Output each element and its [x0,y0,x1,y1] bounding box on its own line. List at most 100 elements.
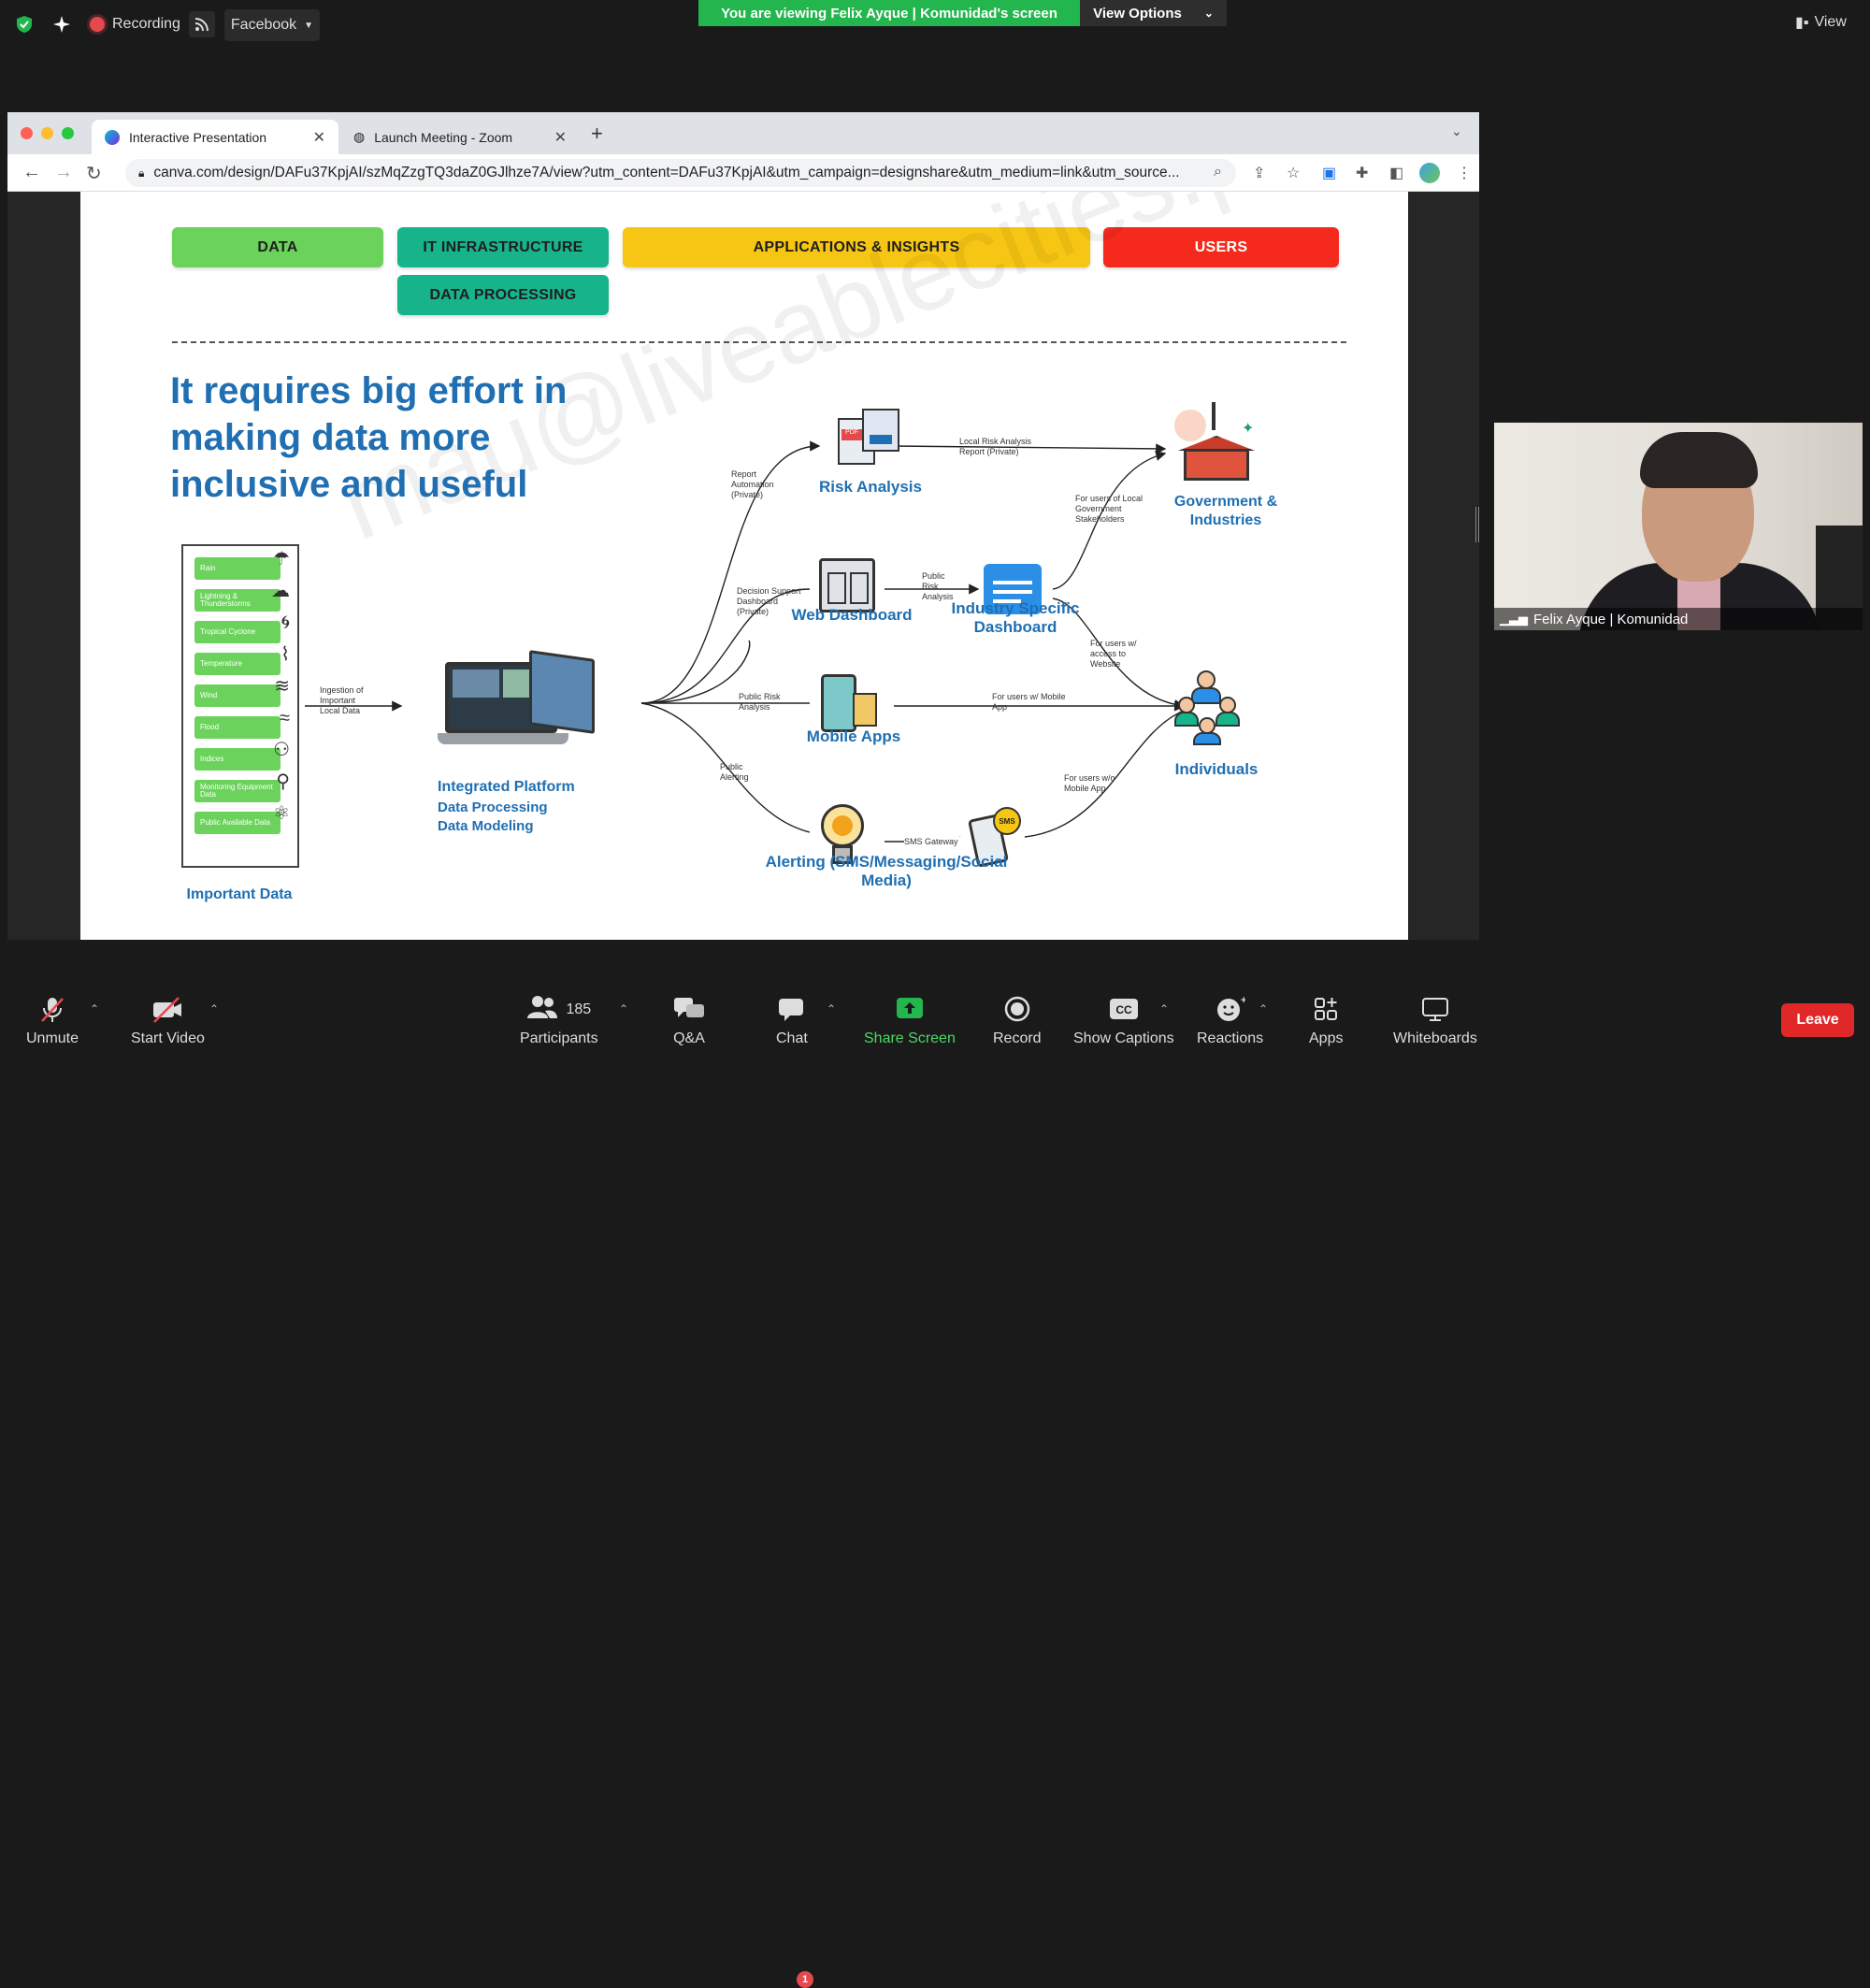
security-shield-icon[interactable] [11,11,37,37]
svg-text:+: + [1241,995,1245,1006]
whiteboards-button[interactable]: Whiteboards [1393,995,1477,1047]
tab-launch-meeting[interactable]: ◍ Launch Meeting - Zoom ✕ [340,120,580,154]
record-label: Record [993,1030,1042,1046]
edge-web-access: For users w/ access to Website [1090,639,1137,669]
start-video-button[interactable]: Start Video [131,995,205,1047]
edge-public-risk: Public Risk Analysis [922,571,954,601]
risk-analysis-report-icon: PDF [838,409,901,467]
view-options-label: View Options [1093,5,1182,22]
new-tab-icon[interactable]: + [591,122,603,146]
platform-title: Integrated Platform [438,779,575,795]
muted-microphone-icon [38,995,66,1025]
forward-arrow-icon[interactable]: → [54,162,73,183]
edge-no-mobile: For users w/o Mobile App [1064,773,1115,793]
app-alerting: Alerting (SMS/Messaging/Social Media) [765,853,1008,889]
laptop-platform-illustration [438,650,595,757]
app-risk-analysis: Risk Analysis [819,478,922,496]
video-off-icon [151,995,184,1025]
share-screen-label: Share Screen [864,1030,956,1046]
back-arrow-icon[interactable]: ← [22,162,41,183]
video-options-caret-icon[interactable]: ⌃ [209,1002,219,1016]
minimize-window-button[interactable] [41,127,53,139]
livestream-facebook-button[interactable]: Facebook ▼ [224,9,320,41]
edge-decision-support: Decision Support Dashboard (Private) [737,586,801,616]
edge-report-automation: Report Automation (Private) [731,469,774,499]
platform-processing: Data Processing [438,800,548,815]
browser-menu-icon[interactable]: ⋮ [1457,164,1472,182]
app-mobile-apps: Mobile Apps [806,727,901,745]
edge-sms-gateway: SMS Gateway [904,837,970,847]
profile-avatar[interactable] [1419,163,1440,183]
chat-label: Chat [776,1030,808,1046]
share-icon[interactable]: ⇪ [1253,164,1265,182]
closed-captions-icon: CC [1108,995,1140,1025]
shared-browser-window: Interactive Presentation ✕ ◍ Launch Meet… [7,112,1479,940]
unmute-button[interactable]: Unmute [26,995,79,1047]
recording-indicator[interactable]: Recording [90,11,180,37]
edge-public-risk-mobile: Public Risk Analysis [739,692,781,712]
tab-search-chevron-icon[interactable]: ⌄ [1451,123,1462,139]
participants-button[interactable]: 185 Participants [520,995,598,1047]
splitter-handle[interactable] [1475,507,1479,542]
individuals-group-icon [1174,670,1259,745]
flow-diagram-lines [305,440,1186,847]
extension-trello-icon[interactable]: ▣ [1322,164,1336,182]
person-hair [1640,432,1758,488]
apps-button[interactable]: Apps [1309,995,1343,1047]
edge-ingestion: Ingestion of Important Local Data [320,685,364,715]
chat-button[interactable]: Chat [776,995,808,1047]
livestream-icon[interactable] [189,11,215,37]
edge-mobile-users: For users w/ Mobile App [992,692,1066,712]
user-individuals: Individuals [1174,760,1259,778]
whiteboards-label: Whiteboards [1393,1030,1477,1046]
tab-label: Interactive Presentation [129,129,267,145]
view-options-button[interactable]: View Options ⌄ [1080,0,1227,26]
participant-count: 185 [566,1001,592,1017]
browser-toolbar: ← → ↻ 🔒︎ canva.com/design/DAFu37KpjAI/sz… [7,154,1479,192]
close-tab-icon[interactable]: ✕ [554,128,567,147]
address-bar[interactable]: 🔒︎ canva.com/design/DAFu37KpjAI/szMqZzgT… [125,159,1236,187]
lock-icon: 🔒︎ [138,166,145,180]
chat-unread-badge: 1 [797,1971,813,1988]
side-panel-icon[interactable]: ◧ [1389,164,1403,182]
meeting-controls-toolbar: Unmute ⌃ Start Video ⌃ 185 Participants … [0,980,1870,1988]
record-button[interactable]: Record [993,995,1042,1047]
url-text: canva.com/design/DAFu37KpjAI/szMqZzgTQ3d… [153,165,1180,180]
web-dashboard-icon [819,558,875,612]
qa-button[interactable]: Q&A [673,995,705,1047]
captions-caret-icon[interactable]: ⌃ [1159,1002,1169,1016]
share-screen-button[interactable]: Share Screen [864,995,956,1047]
chat-caret-icon[interactable]: ⌃ [827,1002,836,1016]
participant-name-bar: ▁▃▅ Felix Ayque | Komunidad [1494,608,1863,630]
reload-icon[interactable]: ↻ [86,162,102,185]
leave-button[interactable]: Leave [1781,1003,1854,1037]
reactions-caret-icon[interactable]: ⌃ [1259,1002,1268,1016]
close-window-button[interactable] [21,127,33,139]
maximize-window-button[interactable] [62,127,74,139]
audio-options-caret-icon[interactable]: ⌃ [90,1002,99,1016]
caret-down-icon: ▼ [304,20,314,31]
participants-label: Participants [520,1030,598,1046]
bookmark-star-icon[interactable]: ☆ [1287,164,1300,182]
view-button[interactable]: ▮▪ View [1795,13,1847,32]
facebook-label: Facebook [230,17,297,33]
reactions-button[interactable]: + Reactions [1197,995,1263,1047]
participant-video-tile[interactable]: ▁▃▅ Felix Ayque | Komunidad [1494,423,1863,630]
svg-text:CC: CC [1115,1003,1132,1016]
share-screen-icon [894,995,926,1025]
participants-caret-icon[interactable]: ⌃ [619,1002,628,1016]
sparkle-icon[interactable] [49,11,75,37]
smiley-plus-icon: + [1216,995,1246,1025]
qa-chat-bubbles-icon [673,995,705,1025]
sms-badge: SMS [993,807,1021,835]
zoom-search-icon[interactable]: ⌕ [1214,164,1222,180]
unmute-label: Unmute [26,1030,79,1046]
close-tab-icon[interactable]: ✕ [313,128,325,147]
show-captions-label: Show Captions [1073,1030,1174,1046]
view-label: View [1814,14,1847,30]
tab-interactive-presentation[interactable]: Interactive Presentation ✕ [92,120,338,154]
edge-local-gov: For users of Local Government Stakeholde… [1075,494,1144,524]
canva-favicon-icon [105,129,120,145]
recording-label: Recording [112,16,180,32]
extensions-puzzle-icon[interactable]: ✚ [1356,164,1368,182]
